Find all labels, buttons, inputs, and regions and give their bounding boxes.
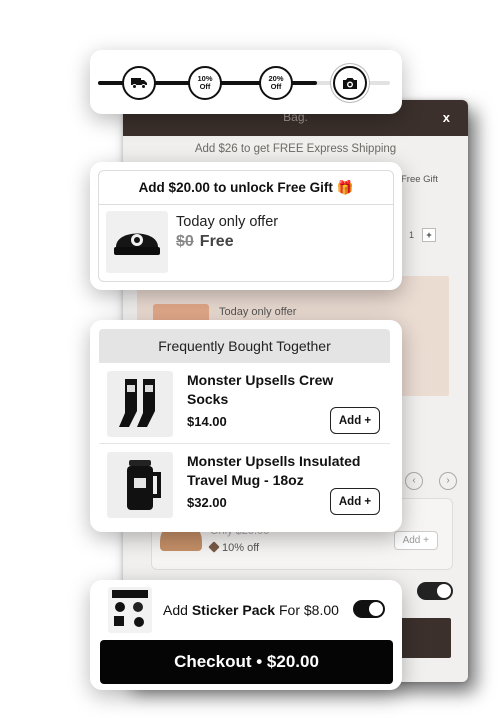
offer-label: Today only offer bbox=[219, 306, 297, 318]
quantity-value: 1 bbox=[409, 230, 415, 240]
today-only-label: Today only offer bbox=[176, 214, 279, 230]
milestone-20-off: 20% Off bbox=[259, 66, 293, 100]
close-icon[interactable]: x bbox=[443, 110, 450, 125]
offer-suffix: For $8.00 bbox=[275, 602, 339, 618]
mug-illustration bbox=[127, 460, 161, 510]
product-price: $32.00 bbox=[187, 495, 227, 510]
product-name[interactable]: Monster Upsells Insulated Travel Mug - 1… bbox=[187, 452, 367, 490]
milestone-shipping bbox=[122, 66, 156, 100]
free-gift-label: Free Gift bbox=[401, 174, 438, 185]
product-name[interactable]: Monster Upsells Crew Socks bbox=[187, 371, 367, 409]
product-price: $14.00 bbox=[187, 414, 227, 429]
frequently-bought-together-card: Frequently Bought Together Monster Upsel… bbox=[90, 320, 402, 532]
milestone-gift bbox=[333, 66, 367, 100]
stickers-illustration bbox=[112, 590, 148, 627]
chevron-right-icon[interactable]: › bbox=[439, 472, 457, 490]
tag-icon bbox=[208, 541, 220, 553]
list-item: Monster Upsells Crew Socks $14.00 Add + bbox=[99, 363, 390, 444]
carousel-arrows: ‹ › bbox=[405, 472, 457, 490]
list-item: Monster Upsells Insulated Travel Mug - 1… bbox=[99, 444, 390, 525]
gift-price: $0 Free bbox=[176, 233, 234, 251]
travel-mug-image bbox=[107, 452, 173, 518]
crew-socks-image bbox=[107, 371, 173, 437]
free-gift-body: Today only offer $0 Free bbox=[99, 205, 393, 281]
milestone-label: 20% Off bbox=[268, 74, 284, 91]
background-toggle[interactable] bbox=[417, 582, 453, 600]
checkout-button[interactable]: Checkout • $20.00 bbox=[100, 640, 393, 684]
milestone-10-off: 10% Off bbox=[188, 66, 222, 100]
chevron-left-icon[interactable]: ‹ bbox=[405, 472, 423, 490]
add-socks-button[interactable]: Add + bbox=[330, 407, 380, 434]
free-gift-panel: Add $20.00 to unlock Free Gift 🎁 Today o… bbox=[98, 170, 394, 282]
rewards-progress-card: 10% Off 20% Off bbox=[90, 50, 402, 114]
checkout-card: Add Sticker Pack For $8.00 Checkout • $2… bbox=[90, 580, 402, 690]
snapback-cap-image bbox=[106, 211, 168, 273]
free-gift-card: Add $20.00 to unlock Free Gift 🎁 Today o… bbox=[90, 162, 402, 290]
offer-prefix: Add bbox=[163, 602, 192, 618]
original-price: $0 bbox=[176, 233, 194, 250]
shipping-message: Add $26 to get FREE Express Shipping bbox=[194, 143, 397, 155]
free-price: Free bbox=[199, 233, 234, 250]
camera-icon bbox=[343, 78, 357, 89]
sticker-pack-image bbox=[108, 587, 152, 633]
quantity-stepper[interactable]: 1 + bbox=[409, 228, 437, 242]
add-button[interactable]: Add + bbox=[393, 531, 438, 550]
add-mug-button[interactable]: Add + bbox=[330, 488, 380, 515]
sticker-pack-offer: Add Sticker Pack For $8.00 bbox=[163, 602, 339, 618]
delivery-truck-icon bbox=[131, 78, 147, 89]
milestone-label: 10% Off bbox=[197, 74, 213, 91]
discount-label: 10% off bbox=[222, 542, 260, 554]
free-gift-heading: Add $20.00 to unlock Free Gift 🎁 bbox=[99, 171, 393, 205]
offer-product: Sticker Pack bbox=[191, 602, 276, 618]
socks-illustration bbox=[119, 379, 155, 427]
sticker-pack-toggle[interactable] bbox=[353, 600, 385, 618]
plus-icon[interactable]: + bbox=[422, 228, 437, 242]
cap-illustration bbox=[114, 233, 160, 255]
fbt-heading: Frequently Bought Together bbox=[99, 329, 390, 363]
fbt-list: Monster Upsells Crew Socks $14.00 Add + … bbox=[99, 363, 390, 525]
recommended-item-discount: 10% off bbox=[208, 541, 260, 554]
